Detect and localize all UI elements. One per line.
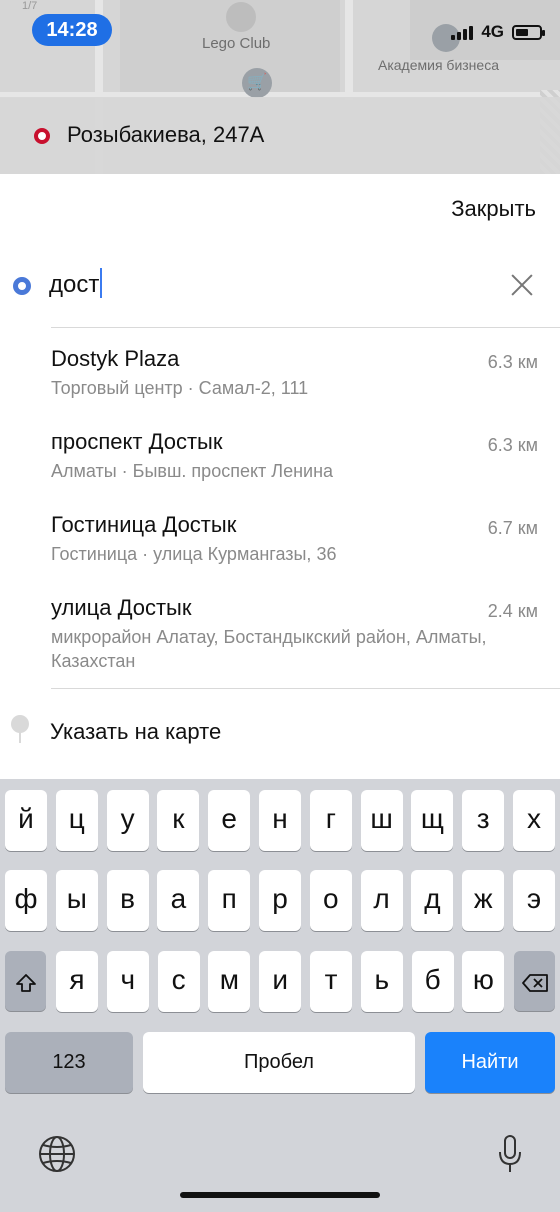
result-title: проспект Достык — [51, 429, 223, 454]
search-result[interactable]: проспект Достык Алматы · Бывш. проспект … — [51, 429, 538, 483]
from-marker-icon — [34, 128, 50, 144]
letter-key[interactable]: т — [310, 951, 352, 1012]
letter-key[interactable]: г — [309, 790, 352, 851]
result-subtitle: Алматы · Бывш. проспект Ленина — [51, 461, 334, 481]
map-poi-icon — [226, 2, 256, 32]
result-distance: 6.3 км — [487, 435, 538, 455]
letter-key[interactable]: к — [157, 790, 200, 851]
letter-key[interactable]: м — [208, 951, 251, 1012]
letter-key[interactable]: и — [259, 951, 302, 1012]
letter-key[interactable]: ц — [55, 790, 98, 851]
status-indicators: 4G — [451, 22, 545, 42]
letter-key[interactable]: с — [157, 951, 200, 1012]
signal-icon — [451, 24, 474, 40]
keyboard: 123 Пробел Найти йцукенгшщзх фывапролджэ я… — [0, 779, 560, 1212]
shopping-cart-icon: 🛒 — [242, 68, 272, 98]
backspace-icon — [521, 973, 548, 992]
letter-key[interactable]: л — [360, 870, 403, 931]
map-number-label: 1/7 — [22, 0, 38, 12]
numbers-key[interactable]: 123 — [5, 1032, 133, 1093]
destination-marker-icon — [13, 277, 31, 295]
letter-key[interactable]: а — [157, 870, 200, 931]
letter-key[interactable]: ю — [462, 951, 505, 1012]
search-input[interactable]: дост — [49, 268, 103, 299]
clear-icon[interactable] — [510, 273, 534, 297]
search-result[interactable]: Гостиница Достык Гостиница · улица Курма… — [51, 512, 538, 566]
letter-key[interactable]: у — [106, 790, 149, 851]
from-address-row[interactable]: Розыбакиева, 247А — [0, 97, 560, 174]
letter-key[interactable]: ф — [5, 870, 47, 931]
letter-key[interactable]: ы — [55, 870, 98, 931]
divider — [51, 688, 560, 689]
search-result[interactable]: Dostyk Plaza Торговый центр · Самал-2, 1… — [51, 346, 538, 400]
letter-key[interactable]: э — [513, 870, 555, 931]
map-label-academy: Академия бизнеса — [378, 57, 499, 73]
shift-key[interactable] — [5, 951, 46, 1011]
letter-key[interactable]: й — [5, 790, 47, 851]
letter-key[interactable]: х — [513, 790, 555, 851]
letter-key[interactable]: в — [106, 870, 149, 931]
letter-key[interactable]: з — [462, 790, 505, 851]
search-result[interactable]: улица Достык микрорайон Алатау, Бостанды… — [51, 595, 538, 673]
divider — [51, 327, 560, 328]
letter-key[interactable]: д — [411, 870, 454, 931]
letter-key[interactable]: ш — [360, 790, 403, 851]
letter-key[interactable]: н — [259, 790, 301, 851]
globe-icon[interactable] — [38, 1135, 76, 1173]
point-on-map-button[interactable]: Указать на карте — [50, 719, 221, 745]
map-road — [345, 0, 353, 100]
result-title: Dostyk Plaza — [51, 346, 180, 371]
letter-key[interactable]: о — [309, 870, 352, 931]
map-pin-icon — [11, 715, 29, 743]
map-view[interactable]: 1/7 🛒 Lego Club Академия бизнеса 14:28 4… — [0, 0, 560, 174]
search-input-value: дост — [49, 271, 100, 298]
letter-key[interactable]: п — [208, 870, 251, 931]
shift-icon — [15, 973, 36, 992]
letter-key[interactable]: б — [411, 951, 454, 1012]
microphone-icon[interactable] — [496, 1134, 524, 1174]
backspace-key[interactable] — [514, 951, 555, 1011]
result-subtitle: микрорайон Алатау, Бостандыкский район, … — [51, 627, 487, 671]
letter-key[interactable]: е — [208, 790, 251, 851]
letter-key[interactable]: р — [259, 870, 301, 931]
text-caret — [100, 268, 103, 298]
result-title: Гостиница Достык — [51, 512, 237, 537]
search-go-key[interactable]: Найти — [425, 1032, 555, 1093]
from-address: Розыбакиева, 247А — [67, 122, 265, 147]
letter-key[interactable]: ч — [106, 951, 149, 1012]
letter-key[interactable]: щ — [411, 790, 454, 851]
result-distance: 6.3 км — [487, 352, 538, 372]
result-title: улица Достык — [51, 595, 192, 620]
search-sheet: Закрыть дост Dostyk Plaza Торговый центр… — [0, 174, 560, 779]
home-indicator — [180, 1192, 380, 1198]
result-distance: 6.7 км — [487, 518, 538, 538]
result-subtitle: Гостиница · улица Курмангазы, 36 — [51, 544, 337, 564]
letter-key[interactable]: ж — [462, 870, 505, 931]
battery-icon — [512, 24, 545, 40]
letter-key[interactable]: я — [56, 951, 98, 1012]
result-subtitle: Торговый центр · Самал-2, 111 — [51, 378, 309, 398]
status-time: 14:28 — [32, 14, 112, 46]
map-label-lego: Lego Club — [202, 35, 271, 52]
result-distance: 2.4 км — [487, 601, 538, 621]
letter-key[interactable]: ь — [360, 951, 403, 1012]
network-type: 4G — [481, 22, 504, 41]
close-button[interactable]: Закрыть — [451, 196, 536, 222]
space-key[interactable]: Пробел — [143, 1032, 415, 1093]
